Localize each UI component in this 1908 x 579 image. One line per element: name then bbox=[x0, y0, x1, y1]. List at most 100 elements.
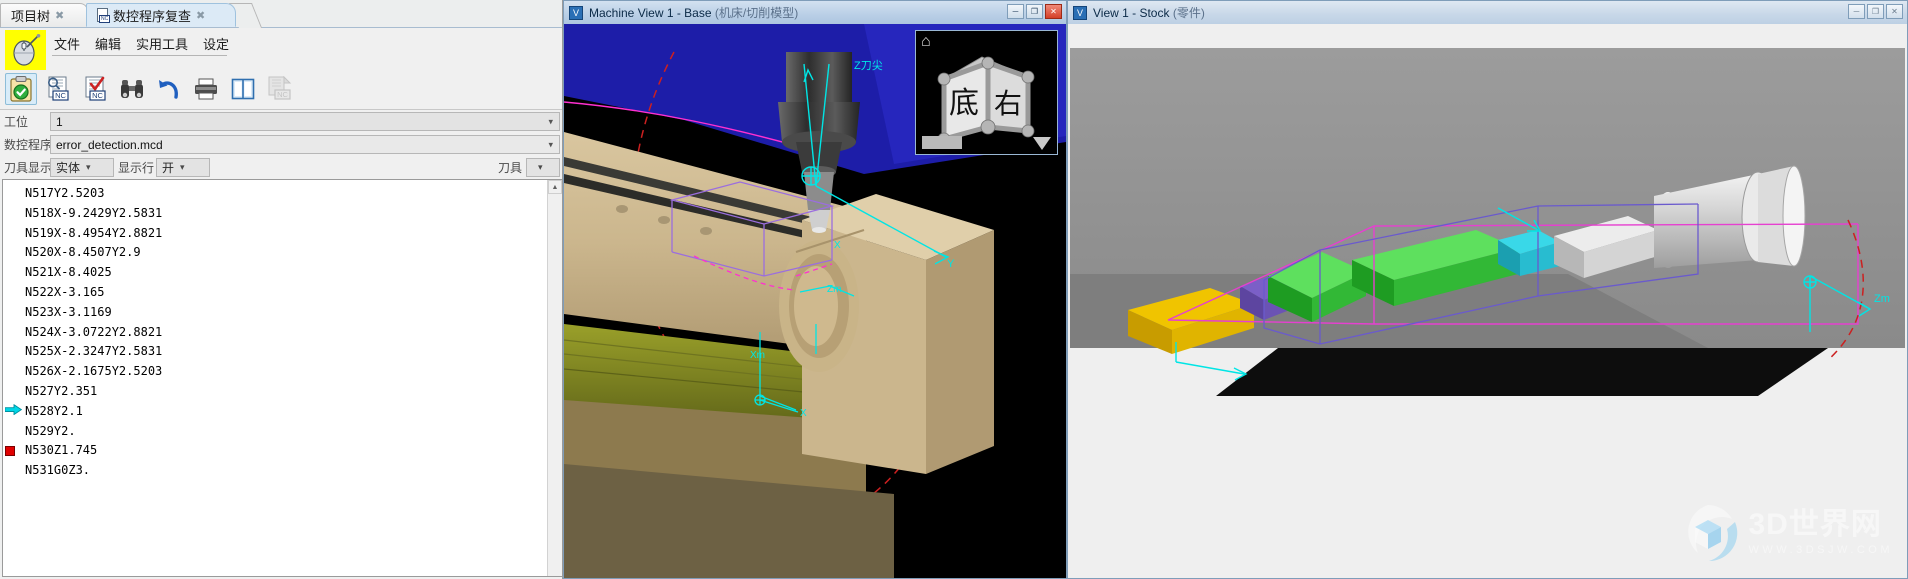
nc-code-line[interactable]: N529Y2. bbox=[3, 422, 548, 442]
find-button[interactable] bbox=[116, 73, 148, 105]
verify-clipboard-button[interactable] bbox=[5, 73, 37, 105]
tab-nc-program-review-label: 数控程序复查 bbox=[113, 8, 192, 24]
print-button[interactable] bbox=[190, 73, 222, 105]
stock-view-title-main: View 1 - Stock bbox=[1093, 6, 1170, 20]
maximize-button[interactable]: ❐ bbox=[1867, 4, 1884, 19]
tool-select[interactable]: ▾ bbox=[526, 158, 560, 177]
nc-code-line-text: N522X-3.165 bbox=[25, 284, 105, 299]
nc-code-line-text: N517Y2.5203 bbox=[25, 186, 105, 200]
current-line-arrow-icon bbox=[4, 402, 23, 422]
watermark-logo-icon bbox=[1687, 505, 1737, 562]
station-select[interactable]: 1 ▾ bbox=[50, 112, 560, 131]
nc-code-line-text: N525X-2.3247Y2.5831 bbox=[25, 344, 163, 359]
chevron-down-icon[interactable]: ▾ bbox=[86, 163, 91, 172]
minimize-button[interactable]: ─ bbox=[1848, 4, 1865, 19]
nc-code-line-text: N518X-9.2429Y2.5831 bbox=[25, 205, 163, 220]
close-button[interactable]: ✕ bbox=[1886, 4, 1903, 19]
chevron-down-icon[interactable]: ▾ bbox=[538, 163, 543, 172]
nc-code-line[interactable]: N517Y2.5203 bbox=[3, 184, 548, 204]
station-label: 工位 bbox=[4, 115, 29, 129]
machine-view-title: Machine View 1 - Base (机床/切削模型) bbox=[589, 4, 798, 21]
nc-code-line-text: N527Y2.351 bbox=[25, 383, 98, 398]
program-value: error_detection.mcd bbox=[56, 137, 163, 152]
menu-item-settings[interactable]: 设定 bbox=[201, 33, 231, 54]
nc-code-line[interactable]: N525X-2.3247Y2.5831 bbox=[3, 342, 548, 362]
annotation-tool-tip: Z刀尖 bbox=[854, 59, 883, 72]
maximize-button[interactable]: ❐ bbox=[1026, 4, 1043, 19]
nc-code-line-text: N530Z1.745 bbox=[25, 443, 98, 458]
stock-3d-scene: Zm bbox=[1068, 24, 1907, 578]
tool-label: 刀具 bbox=[497, 161, 522, 175]
minimize-button[interactable]: ─ bbox=[1007, 4, 1024, 19]
machine-view-window: V Machine View 1 - Base (机床/切削模型) ─ ❐ ✕ bbox=[563, 0, 1067, 579]
nc-code-line-text: N528Y2.1 bbox=[25, 403, 83, 418]
nc-code-viewer[interactable]: N517Y2.5203 N518X-9.2429Y2.5831 N519X-8.49… bbox=[2, 179, 562, 577]
view-cube-face-front[interactable]: 底 bbox=[949, 86, 979, 121]
tool-display-select[interactable]: 实体 ▾ bbox=[50, 158, 114, 177]
close-button[interactable]: ✕ bbox=[1045, 4, 1062, 19]
nc-code-line-text: N524X-3.0722Y2.8821 bbox=[25, 324, 163, 339]
tab-project-tree[interactable]: 项目树 ✖ bbox=[0, 3, 88, 27]
view-cube-dropdown-icon[interactable] bbox=[1033, 137, 1051, 150]
tab-nc-program-review[interactable]: 数控程序复查 ✖ bbox=[86, 3, 236, 27]
nc-code-line[interactable]: N522X-3.165 bbox=[3, 283, 548, 303]
stock-view-title: View 1 - Stock (零件) bbox=[1093, 4, 1205, 21]
view-cube[interactable]: ⌂ 底 右 bbox=[915, 30, 1058, 155]
chevron-down-icon[interactable]: ▾ bbox=[180, 163, 185, 172]
stock-view-window-buttons: ─ ❐ ✕ bbox=[1848, 4, 1903, 19]
nc-code-line[interactable]: N519X-8.4954Y2.8821 bbox=[3, 224, 548, 244]
view-window-icon: V bbox=[1073, 5, 1087, 20]
nc-code-line-text: N520X-8.4507Y2.9 bbox=[25, 245, 141, 260]
machine-view-titlebar[interactable]: V Machine View 1 - Base (机床/切削模型) ─ ❐ ✕ bbox=[563, 0, 1067, 24]
code-vertical-scrollbar[interactable]: ▲ bbox=[547, 180, 562, 576]
nc-code-line[interactable]: N531G0Z3. bbox=[3, 461, 548, 481]
view-cube-face-right[interactable]: 右 bbox=[994, 87, 1022, 120]
stock-view-window: V View 1 - Stock (零件) ─ ❐ ✕ Zm 3D世界网 WWW… bbox=[1067, 0, 1908, 579]
machine-view-window-buttons: ─ ❐ ✕ bbox=[1007, 4, 1062, 19]
chevron-down-icon[interactable]: ▾ bbox=[548, 140, 553, 149]
tab-project-tree-label: 项目树 bbox=[11, 9, 51, 24]
application-window: 项目树 ✖ 数控程序复查 ✖ bbox=[0, 0, 1908, 579]
nc-code-line[interactable]: N530Z1.745 bbox=[3, 441, 548, 461]
show-line-select[interactable]: 开 ▾ bbox=[156, 158, 211, 177]
stock-view-titlebar[interactable]: V View 1 - Stock (零件) ─ ❐ ✕ bbox=[1067, 0, 1908, 24]
machine-view-canvas[interactable]: Z刀尖 Y Zm Xm X X ⌂ 底 右 bbox=[563, 24, 1067, 579]
error-stop-marker-icon bbox=[5, 446, 15, 457]
preview-nc-button[interactable]: NC bbox=[42, 73, 74, 105]
nc-code-line-text: N521X-8.4025 bbox=[25, 265, 112, 280]
stock-view-canvas[interactable]: Zm 3D世界网 WWW.3DSJW.COM bbox=[1067, 24, 1908, 579]
menu-item-file[interactable]: 文件 bbox=[52, 33, 82, 54]
svg-text:NC: NC bbox=[277, 90, 288, 99]
nc-code-line[interactable]: N518X-9.2429Y2.5831 bbox=[3, 204, 548, 224]
nc-code-line[interactable]: N528Y2.1 bbox=[3, 402, 548, 422]
check-nc-button[interactable]: NC bbox=[79, 73, 111, 105]
nc-code-line[interactable]: N524X-3.0722Y2.8821 bbox=[3, 323, 548, 343]
nc-code-line[interactable]: N520X-8.4507Y2.9 bbox=[3, 243, 548, 263]
close-icon[interactable]: ✖ bbox=[196, 9, 205, 22]
menu-item-edit[interactable]: 编辑 bbox=[93, 33, 123, 54]
watermark-text: 3D世界网 WWW.3DSJW.COM bbox=[1749, 510, 1894, 556]
undo-button[interactable] bbox=[153, 73, 185, 105]
tool-display-label: 刀具显示 bbox=[4, 161, 53, 175]
nc-code-line[interactable]: N526X-2.1675Y2.5203 bbox=[3, 362, 548, 382]
menu-item-utilities[interactable]: 实用工具 bbox=[134, 33, 190, 54]
watermark-main: 3D世界网 bbox=[1748, 508, 1882, 541]
view-cube-base-bar[interactable] bbox=[922, 136, 962, 149]
mouse-logo-icon bbox=[5, 30, 46, 70]
chevron-down-icon[interactable]: ▾ bbox=[548, 117, 553, 126]
nc-code-line-text: N519X-8.4954Y2.8821 bbox=[25, 225, 163, 240]
nc-code-line[interactable]: N523X-3.1169 bbox=[3, 303, 548, 323]
nc-code-line[interactable]: N527Y2.351 bbox=[3, 382, 548, 402]
machine-view-title-sub: (机床/切削模型) bbox=[714, 6, 799, 20]
nc-code-line-text: N531G0Z3. bbox=[25, 463, 91, 478]
menu-items: 文件 编辑 实用工具 设定 bbox=[52, 33, 231, 54]
program-select[interactable]: error_detection.mcd ▾ bbox=[50, 135, 560, 154]
close-icon[interactable]: ✖ bbox=[55, 9, 64, 22]
nc-code-line-text: N523X-3.1169 bbox=[25, 304, 112, 319]
nc-code-line[interactable]: N521X-8.4025 bbox=[3, 263, 548, 283]
svg-text:NC: NC bbox=[92, 91, 103, 100]
nc-code-line-text: N529Y2. bbox=[25, 423, 76, 438]
scroll-up-icon[interactable]: ▲ bbox=[548, 180, 562, 194]
split-view-button[interactable] bbox=[227, 73, 259, 105]
annotation-xm: Xm bbox=[750, 350, 765, 361]
